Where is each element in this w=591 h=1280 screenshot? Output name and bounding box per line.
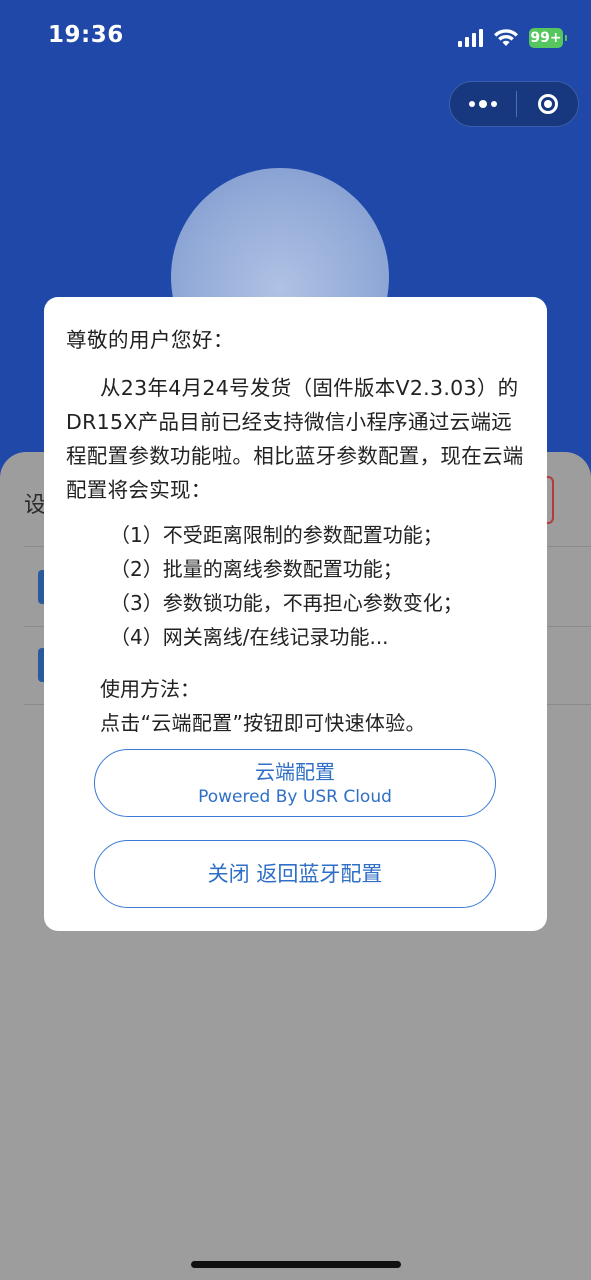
more-dots-icon[interactable]: [450, 82, 516, 126]
close-return-bluetooth-button[interactable]: 关闭 返回蓝牙配置: [94, 840, 496, 908]
announcement-paragraph: 从23年4月24号发货（固件版本V2.3.03）的DR15X产品目前已经支持微信…: [66, 376, 524, 502]
cloud-config-sublabel: Powered By USR Cloud: [198, 787, 392, 807]
battery-indicator: 99+: [529, 28, 567, 48]
feature-list: （1）不受距离限制的参数配置功能； （2）批量的离线参数配置功能； （3）参数锁…: [110, 518, 463, 654]
list-item: （2）批量的离线参数配置功能；: [110, 557, 403, 581]
cellular-signal-icon: [458, 29, 483, 47]
usage-description: 点击“云端配置”按钮即可快速体验。: [100, 711, 426, 735]
greeting-text: 尊敬的用户您好：: [66, 328, 234, 352]
settings-label: 设: [24, 493, 47, 518]
announcement-modal: 尊敬的用户您好： 从23年4月24号发货（固件版本V2.3.03）的DR15X产…: [44, 297, 547, 931]
status-icons: 99+: [458, 25, 567, 51]
usage-title: 使用方法：: [100, 677, 200, 701]
list-item: （3）参数锁功能，不再担心参数变化；: [110, 591, 463, 615]
cloud-config-button[interactable]: 云端配置 Powered By USR Cloud: [94, 749, 496, 817]
wifi-icon: [494, 29, 518, 46]
mini-program-capsule: [449, 81, 579, 127]
screen: 19:36 99+ 设 尊敬的用户您好： 从23年4月24号发货（固件版本V2.…: [0, 0, 591, 1280]
list-item: （4）网关离线/在线记录功能...: [110, 625, 389, 649]
home-indicator: [191, 1261, 401, 1268]
cloud-config-label: 云端配置: [255, 760, 335, 784]
target-circle-icon[interactable]: [517, 94, 578, 114]
status-time: 19:36: [48, 22, 124, 48]
list-item: （1）不受距离限制的参数配置功能；: [110, 523, 443, 547]
